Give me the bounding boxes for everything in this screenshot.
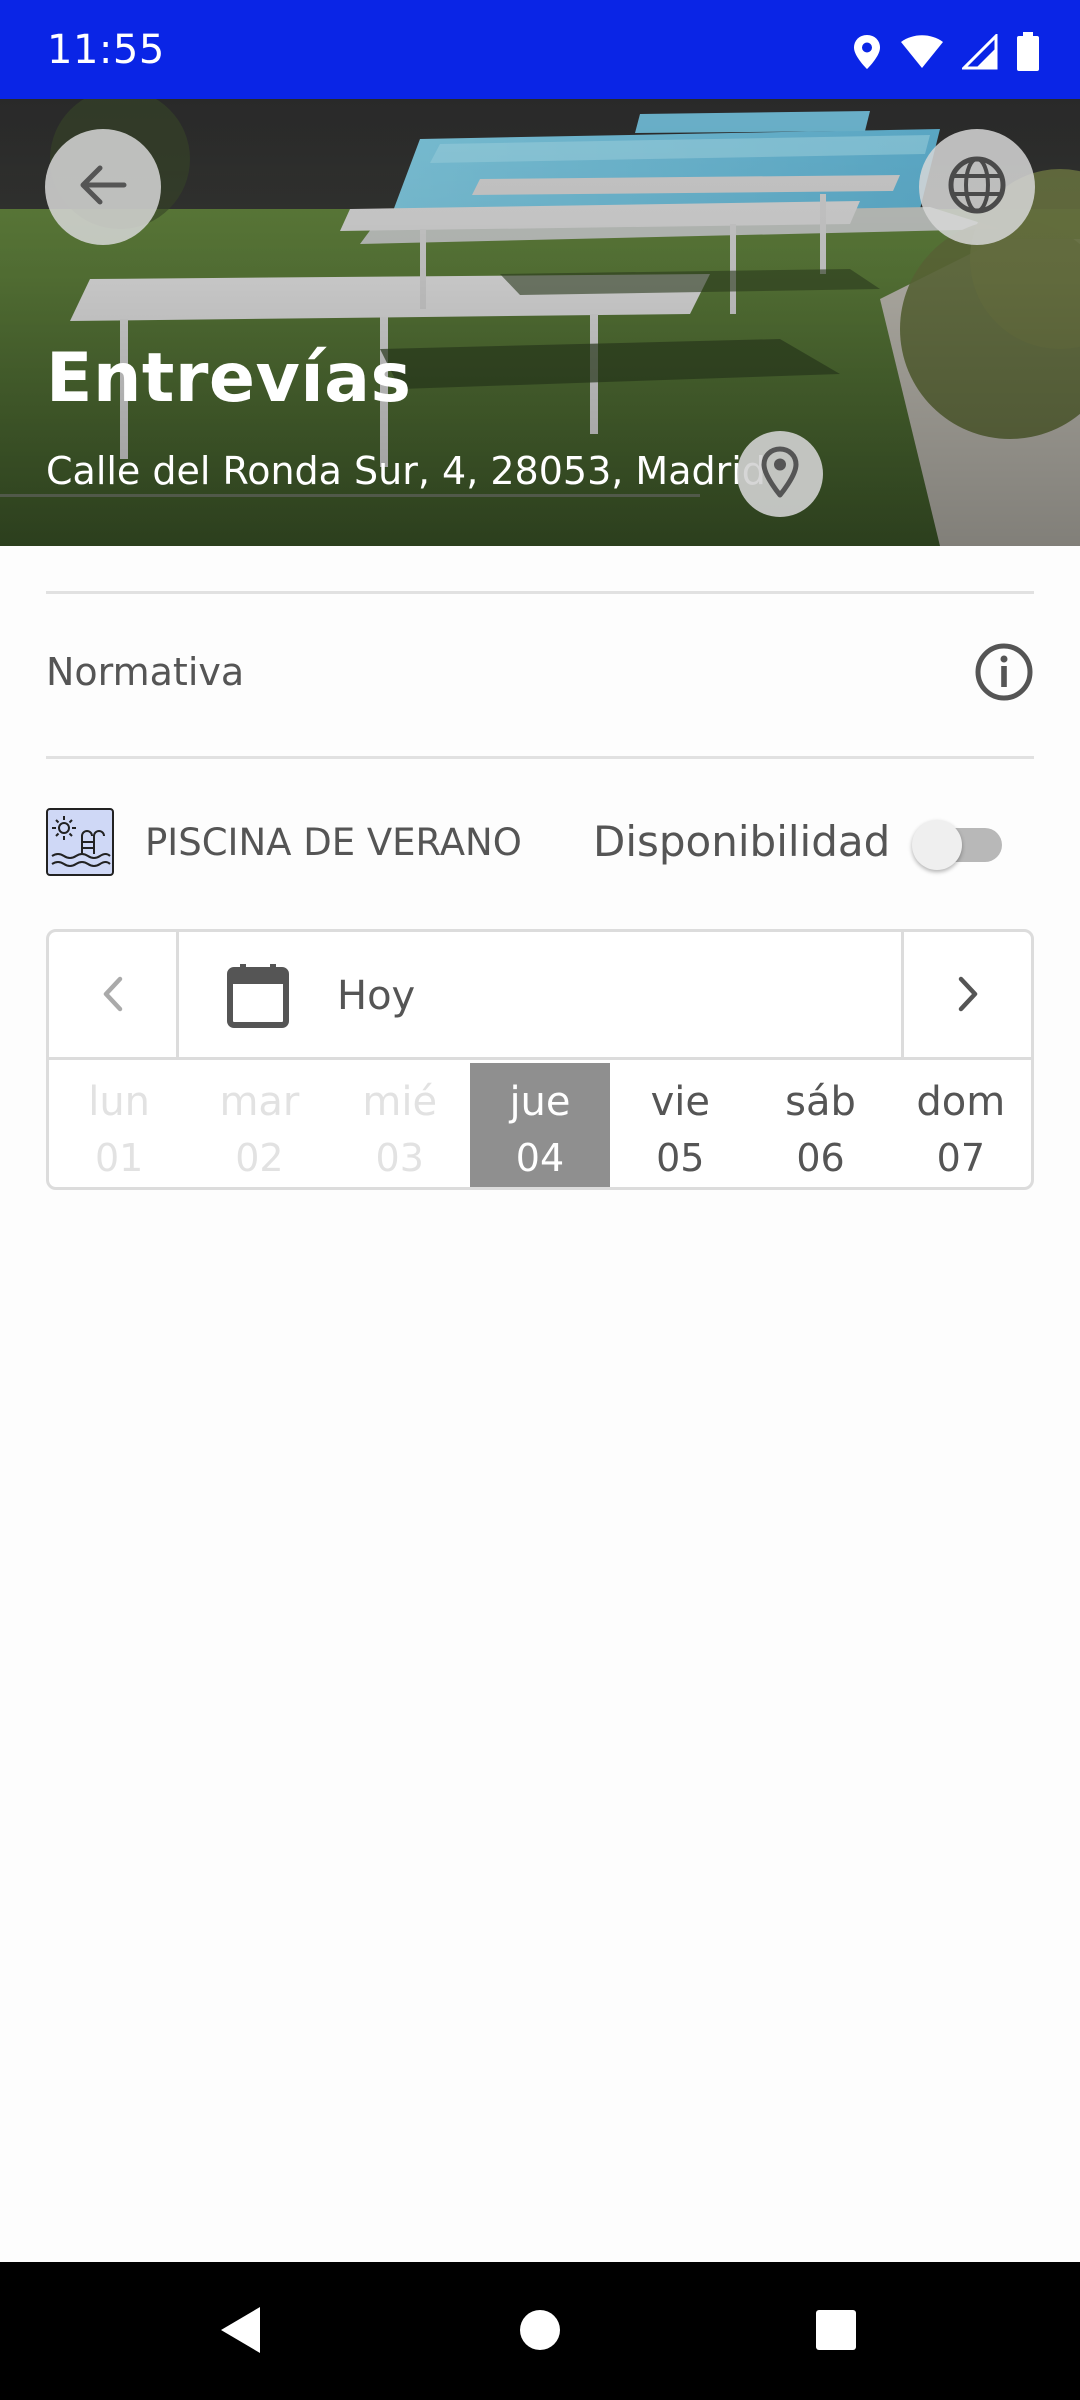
globe-icon	[947, 155, 1007, 219]
summer-pool-icon	[46, 808, 114, 876]
venue-title: Entrevías	[46, 339, 412, 418]
info-icon[interactable]	[974, 642, 1034, 706]
day-cell-tue: mar 02	[189, 1063, 329, 1187]
map-button[interactable]	[737, 431, 823, 517]
facility-row: PISCINA DE VERANO Disponibilidad	[46, 806, 1034, 880]
location-icon	[852, 33, 882, 71]
day-cell-sat[interactable]: sáb 06	[750, 1063, 890, 1187]
venue-address: Calle del Ronda Sur, 4, 28053, Madrid	[46, 449, 766, 493]
rules-label: Normativa	[46, 650, 245, 694]
today-label: Hoy	[337, 973, 416, 1019]
divider-bottom	[46, 756, 1034, 759]
chevron-right-icon	[956, 974, 980, 1018]
day-number: 02	[235, 1136, 284, 1180]
calendar-icon	[227, 962, 289, 1032]
back-button[interactable]	[45, 129, 161, 245]
status-icons	[852, 30, 1040, 74]
day-name: lun	[88, 1079, 151, 1125]
day-number: 01	[94, 1136, 144, 1180]
day-cell-fri[interactable]: vie 05	[610, 1063, 750, 1187]
facility-name: PISCINA DE VERANO	[145, 821, 522, 864]
nav-home-icon	[518, 2308, 562, 2356]
day-name: sáb	[785, 1079, 856, 1125]
availability-toggle[interactable]	[912, 820, 1006, 870]
rules-row[interactable]: Normativa	[46, 596, 1034, 756]
nav-recents-icon	[814, 2308, 858, 2356]
map-pin-icon	[760, 446, 800, 502]
status-bar: 11:55	[0, 0, 1080, 99]
day-cell-wed: mié 03	[330, 1063, 470, 1187]
previous-week-button[interactable]	[49, 932, 179, 1060]
battery-icon	[1016, 32, 1040, 72]
day-cell-thu[interactable]: jue 04	[469, 1063, 611, 1187]
app-screen: 11:55 Entrevías Calle del Ronda Sur, 4, …	[0, 0, 1080, 2400]
today-button[interactable]: Hoy	[179, 932, 901, 1060]
nav-recents-button[interactable]	[796, 2292, 876, 2372]
chevron-left-icon	[101, 974, 125, 1018]
day-number: 04	[515, 1136, 565, 1180]
day-number: 03	[375, 1136, 424, 1180]
day-cell-mon: lun 01	[49, 1063, 189, 1187]
week-days: lun 01 mar 02 mié 03 jue 04 vie 05 sáb 0…	[49, 1063, 1031, 1187]
day-name: mié	[362, 1079, 438, 1125]
day-name: jue	[509, 1079, 571, 1125]
arrow-left-icon	[78, 163, 128, 211]
day-name: vie	[650, 1079, 710, 1125]
toggle-thumb	[912, 820, 962, 870]
day-name: mar	[219, 1079, 300, 1125]
divider-top	[46, 591, 1034, 594]
day-number: 06	[796, 1136, 845, 1180]
nav-back-icon	[218, 2305, 262, 2359]
date-picker: Hoy lun 01 mar 02 mié 03 jue 04 vie 05 s…	[46, 929, 1034, 1190]
cell-signal-icon	[962, 34, 998, 70]
nav-back-button[interactable]	[200, 2292, 280, 2372]
availability-label: Disponibilidad	[593, 817, 891, 866]
date-picker-header: Hoy	[49, 932, 1031, 1060]
system-nav-bar	[0, 2262, 1080, 2400]
venue-hero: Entrevías Calle del Ronda Sur, 4, 28053,…	[0, 99, 1080, 546]
day-name: dom	[916, 1079, 1006, 1125]
next-week-button[interactable]	[901, 932, 1031, 1060]
status-time: 11:55	[47, 27, 165, 73]
website-button[interactable]	[919, 129, 1035, 245]
day-number: 05	[656, 1136, 705, 1180]
wifi-icon	[900, 34, 944, 70]
nav-home-button[interactable]	[500, 2292, 580, 2372]
day-cell-sun[interactable]: dom 07	[891, 1063, 1031, 1187]
day-number: 07	[936, 1136, 985, 1180]
